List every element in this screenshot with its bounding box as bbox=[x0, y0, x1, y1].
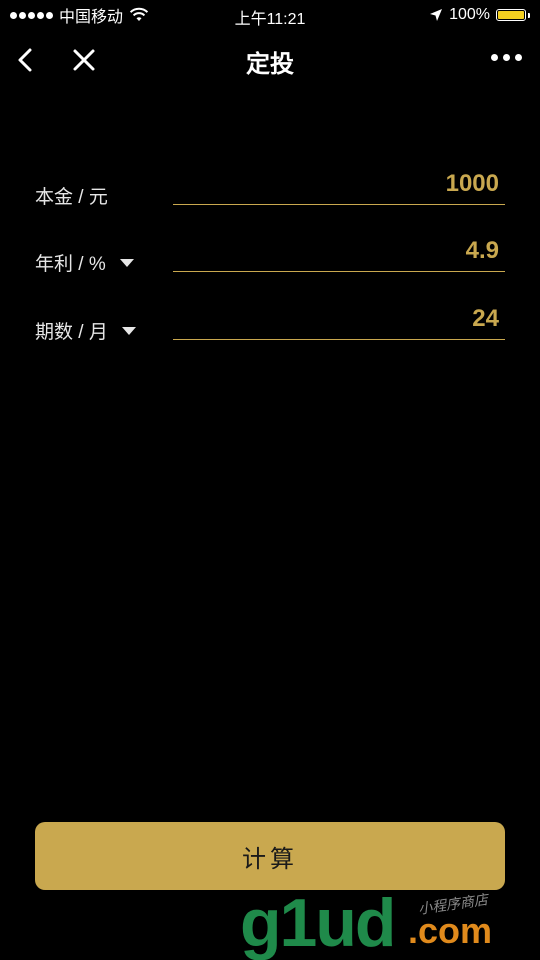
period-label-text: 期数 / 月 bbox=[35, 322, 108, 343]
battery-icon bbox=[496, 9, 526, 21]
rate-input[interactable]: 4.9 bbox=[173, 231, 505, 272]
battery-tip bbox=[528, 12, 530, 18]
status-bar: 中国移动 上午11:21 100% bbox=[0, 0, 540, 30]
rate-label-text: 年利 / % bbox=[35, 254, 106, 275]
principal-label-text: 本金 / 元 bbox=[35, 187, 108, 208]
principal-label: 本金 / 元 bbox=[35, 182, 108, 209]
more-dots-icon[interactable] bbox=[491, 54, 522, 61]
watermark-suffix: .com bbox=[408, 910, 493, 951]
period-row: 期数 / 月 24 bbox=[35, 290, 505, 343]
calculate-button[interactable]: 计算 bbox=[35, 822, 505, 890]
battery-percent: 100% bbox=[449, 6, 490, 23]
watermark-main: g1ud bbox=[240, 885, 396, 960]
rate-label[interactable]: 年利 / % bbox=[35, 249, 134, 276]
location-arrow-icon bbox=[430, 9, 443, 21]
caret-down-icon[interactable] bbox=[121, 326, 136, 335]
watermark-logo: g1ud 小程序商店 .com bbox=[240, 888, 530, 958]
rate-value: 4.9 bbox=[465, 237, 499, 264]
principal-row: 本金 / 元 1000 bbox=[35, 155, 505, 208]
principal-input[interactable]: 1000 bbox=[173, 164, 505, 205]
caret-down-icon[interactable] bbox=[119, 258, 134, 267]
period-label[interactable]: 期数 / 月 bbox=[35, 317, 136, 344]
period-value: 24 bbox=[472, 305, 499, 332]
screen: 中国移动 上午11:21 100% 定投 本金 / 元 1000 年利 / % … bbox=[0, 0, 540, 960]
nav-bar: 定投 bbox=[0, 30, 540, 90]
principal-value: 1000 bbox=[445, 170, 499, 197]
page-title: 定投 bbox=[246, 51, 294, 78]
rate-row: 年利 / % 4.9 bbox=[35, 222, 505, 275]
status-right: 100% bbox=[429, 5, 530, 25]
period-input[interactable]: 24 bbox=[173, 299, 505, 340]
